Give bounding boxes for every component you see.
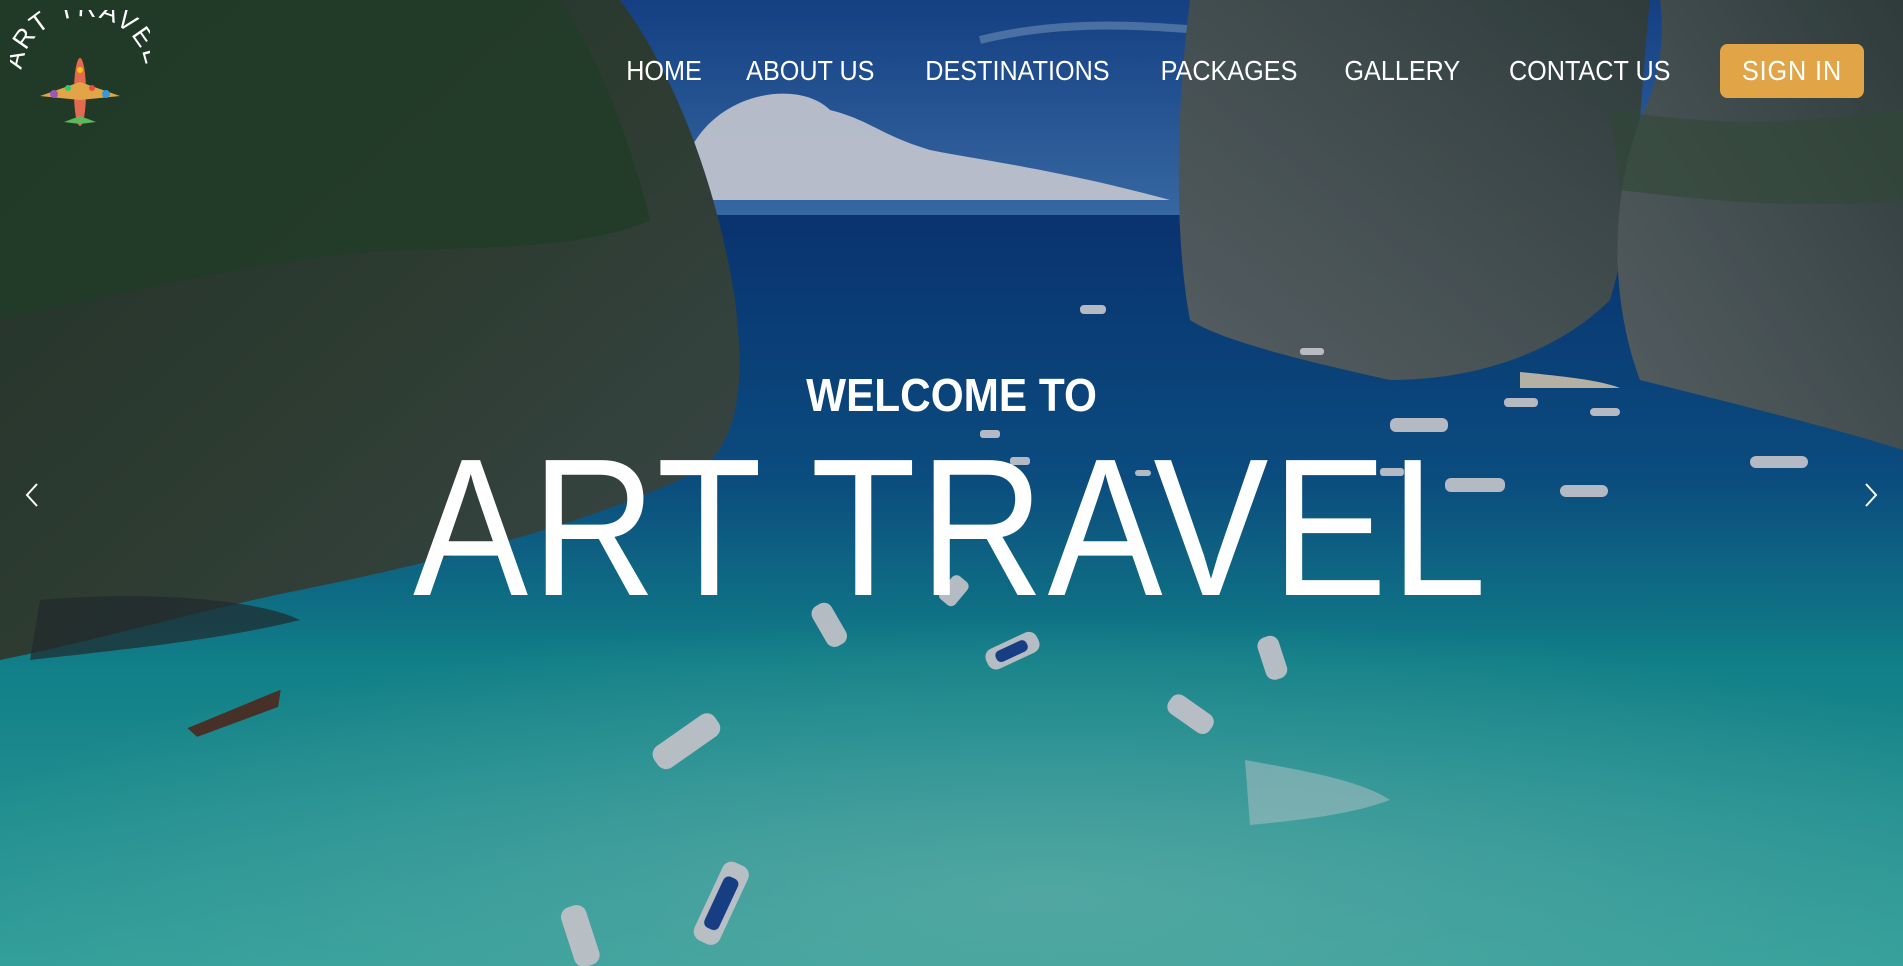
hero-subtitle: WELCOME TO	[806, 369, 1097, 421]
sign-in-button[interactable]: SIGN IN	[1720, 44, 1864, 98]
nav-home-link[interactable]: HOME	[627, 55, 703, 87]
carousel-prev-button[interactable]	[18, 480, 48, 510]
nav-destinations-link[interactable]: DESTINATIONS	[925, 55, 1109, 87]
nav-about-us-link[interactable]: ABOUT US	[747, 55, 875, 87]
hero-title: ART TRAVEL	[413, 418, 1490, 637]
carousel-next-button[interactable]	[1855, 480, 1885, 510]
nav-gallery-link[interactable]: GALLERY	[1344, 55, 1460, 87]
nav-contact-us-link[interactable]: CONTACT US	[1509, 55, 1670, 87]
chevron-left-icon	[25, 483, 38, 507]
site-logo[interactable]: ART TRAVEL	[0, 0, 167, 135]
chevron-right-icon	[1865, 483, 1878, 507]
airplane-icon: ART TRAVEL	[0, 0, 167, 126]
nav-packages-link[interactable]: PACKAGES	[1161, 55, 1298, 87]
main-navigation: HOME ABOUT US DESTINATIONS PACKAGES GALL…	[622, 44, 1872, 98]
